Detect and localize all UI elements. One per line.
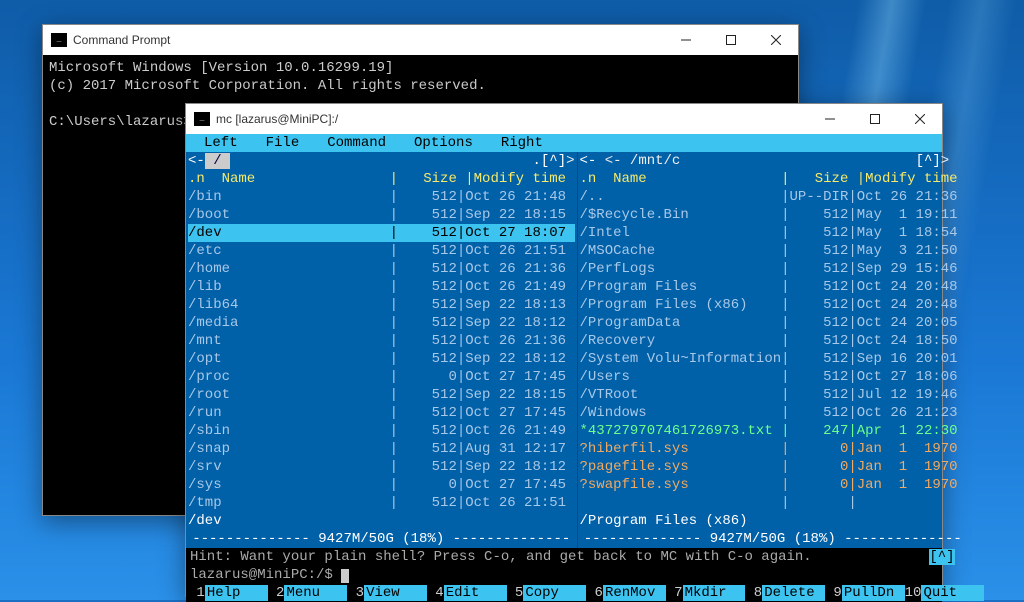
fkey-menu[interactable]: Menu — [284, 585, 347, 601]
file-row[interactable]: /PerfLogs | 512|Sep 29 15:46 — [580, 260, 966, 278]
file-row[interactable]: /opt | 512|Sep 22 18:12 — [188, 350, 575, 368]
terminal-icon — [51, 33, 67, 47]
mc-menubar[interactable]: LeftFileCommandOptionsRight — [186, 134, 942, 152]
fkey-view[interactable]: View — [364, 585, 427, 601]
menu-command[interactable]: Command — [313, 134, 400, 152]
file-row[interactable]: /bin | 512|Oct 26 21:48 — [188, 188, 575, 206]
file-row[interactable]: /Users | 512|Oct 27 18:06 — [580, 368, 966, 386]
fkey-mkdir[interactable]: Mkdir — [683, 585, 746, 601]
file-row[interactable]: /$Recycle.Bin | 512|May 1 19:11 — [580, 206, 966, 224]
fkey-pulldn[interactable]: PullDn — [842, 585, 905, 601]
file-row[interactable]: /mnt | 512|Oct 26 21:36 — [188, 332, 575, 350]
file-row[interactable]: /MSOCache | 512|May 3 21:50 — [580, 242, 966, 260]
file-row[interactable]: /run | 512|Oct 27 17:45 — [188, 404, 575, 422]
mc-window: mc [lazarus@MiniPC]:/ LeftFileCommandOpt… — [185, 103, 943, 597]
right-panel[interactable]: <- <- /mnt/c [^]>.n Name | Size |Modify … — [577, 152, 968, 548]
file-row[interactable]: /System Volu~Information| 512|Sep 16 20:… — [580, 350, 966, 368]
mc-title: mc [lazarus@MiniPC]:/ — [216, 112, 807, 126]
file-row[interactable]: /Intel | 512|May 1 18:54 — [580, 224, 966, 242]
fkey-copy[interactable]: Copy — [523, 585, 586, 601]
file-row[interactable]: /tmp | 512|Oct 26 21:51 — [188, 494, 575, 512]
file-row[interactable]: /sys | 0|Oct 27 17:45 — [188, 476, 575, 494]
file-row[interactable]: /lib | 512|Oct 26 21:49 — [188, 278, 575, 296]
terminal-icon — [194, 112, 210, 126]
file-row[interactable]: /home | 512|Oct 26 21:36 — [188, 260, 575, 278]
minimize-button[interactable] — [807, 104, 852, 134]
fkey-bar[interactable]: 1Help 2Menu 3View 4Edit 5Copy 6RenMov 7M… — [186, 584, 942, 602]
file-row[interactable]: /Recovery | 512|Oct 24 18:50 — [580, 332, 966, 350]
file-row[interactable]: /Windows | 512|Oct 26 21:23 — [580, 404, 966, 422]
mc-titlebar[interactable]: mc [lazarus@MiniPC]:/ — [186, 104, 942, 135]
file-row[interactable]: /Program Files (x86) | 512|Oct 24 20:48 — [580, 296, 966, 314]
minimize-button[interactable] — [663, 25, 708, 55]
file-row[interactable]: /snap | 512|Aug 31 12:17 — [188, 440, 575, 458]
fkey-quit[interactable]: Quit — [921, 585, 984, 601]
file-row[interactable]: ?hiberfil.sys | 0|Jan 1 1970 — [580, 440, 966, 458]
menu-file[interactable]: File — [252, 134, 314, 152]
file-row[interactable]: ?swapfile.sys | 0|Jan 1 1970 — [580, 476, 966, 494]
mc-body[interactable]: LeftFileCommandOptionsRight<- / .[^]>.n … — [186, 134, 942, 596]
fkey-delete[interactable]: Delete — [762, 585, 825, 601]
file-row[interactable]: /dev | 512|Oct 27 18:07 — [188, 224, 575, 242]
hint-line: Hint: Want your plain shell? Press C-o, … — [186, 548, 942, 566]
fkey-edit[interactable]: Edit — [444, 585, 507, 601]
maximize-button[interactable] — [708, 25, 753, 55]
menu-right[interactable]: Right — [487, 134, 557, 152]
menu-left[interactable]: Left — [190, 134, 252, 152]
cmd-title: Command Prompt — [73, 33, 663, 47]
file-row[interactable]: /VTRoot | 512|Jul 12 19:46 — [580, 386, 966, 404]
file-row[interactable]: /lib64 | 512|Sep 22 18:13 — [188, 296, 575, 314]
file-row[interactable]: /srv | 512|Sep 22 18:12 — [188, 458, 575, 476]
menu-options[interactable]: Options — [400, 134, 487, 152]
file-row[interactable]: /root | 512|Sep 22 18:15 — [188, 386, 575, 404]
file-row[interactable]: ?pagefile.sys | 0|Jan 1 1970 — [580, 458, 966, 476]
file-row[interactable]: /Program Files | 512|Oct 24 20:48 — [580, 278, 966, 296]
close-button[interactable] — [753, 25, 798, 55]
fkey-renmov[interactable]: RenMov — [603, 585, 666, 601]
maximize-button[interactable] — [852, 104, 897, 134]
cmd-titlebar[interactable]: Command Prompt — [43, 25, 798, 56]
file-row[interactable]: /sbin | 512|Oct 26 21:49 — [188, 422, 575, 440]
file-row[interactable]: /etc | 512|Oct 26 21:51 — [188, 242, 575, 260]
file-row[interactable]: *437279707461726973.txt | 247|Apr 1 22:3… — [580, 422, 966, 440]
file-row[interactable]: /boot | 512|Sep 22 18:15 — [188, 206, 575, 224]
left-panel[interactable]: <- / .[^]>.n Name | Size |Modify time /b… — [186, 152, 577, 548]
shell-prompt[interactable]: lazarus@MiniPC:/$ — [186, 566, 942, 584]
fkey-help[interactable]: Help — [205, 585, 268, 601]
file-row[interactable]: /.. |UP--DIR|Oct 26 21:36 — [580, 188, 966, 206]
file-row[interactable]: /proc | 0|Oct 27 17:45 — [188, 368, 575, 386]
file-row[interactable]: /ProgramData | 512|Oct 24 20:05 — [580, 314, 966, 332]
close-button[interactable] — [897, 104, 942, 134]
file-row[interactable]: /media | 512|Sep 22 18:12 — [188, 314, 575, 332]
